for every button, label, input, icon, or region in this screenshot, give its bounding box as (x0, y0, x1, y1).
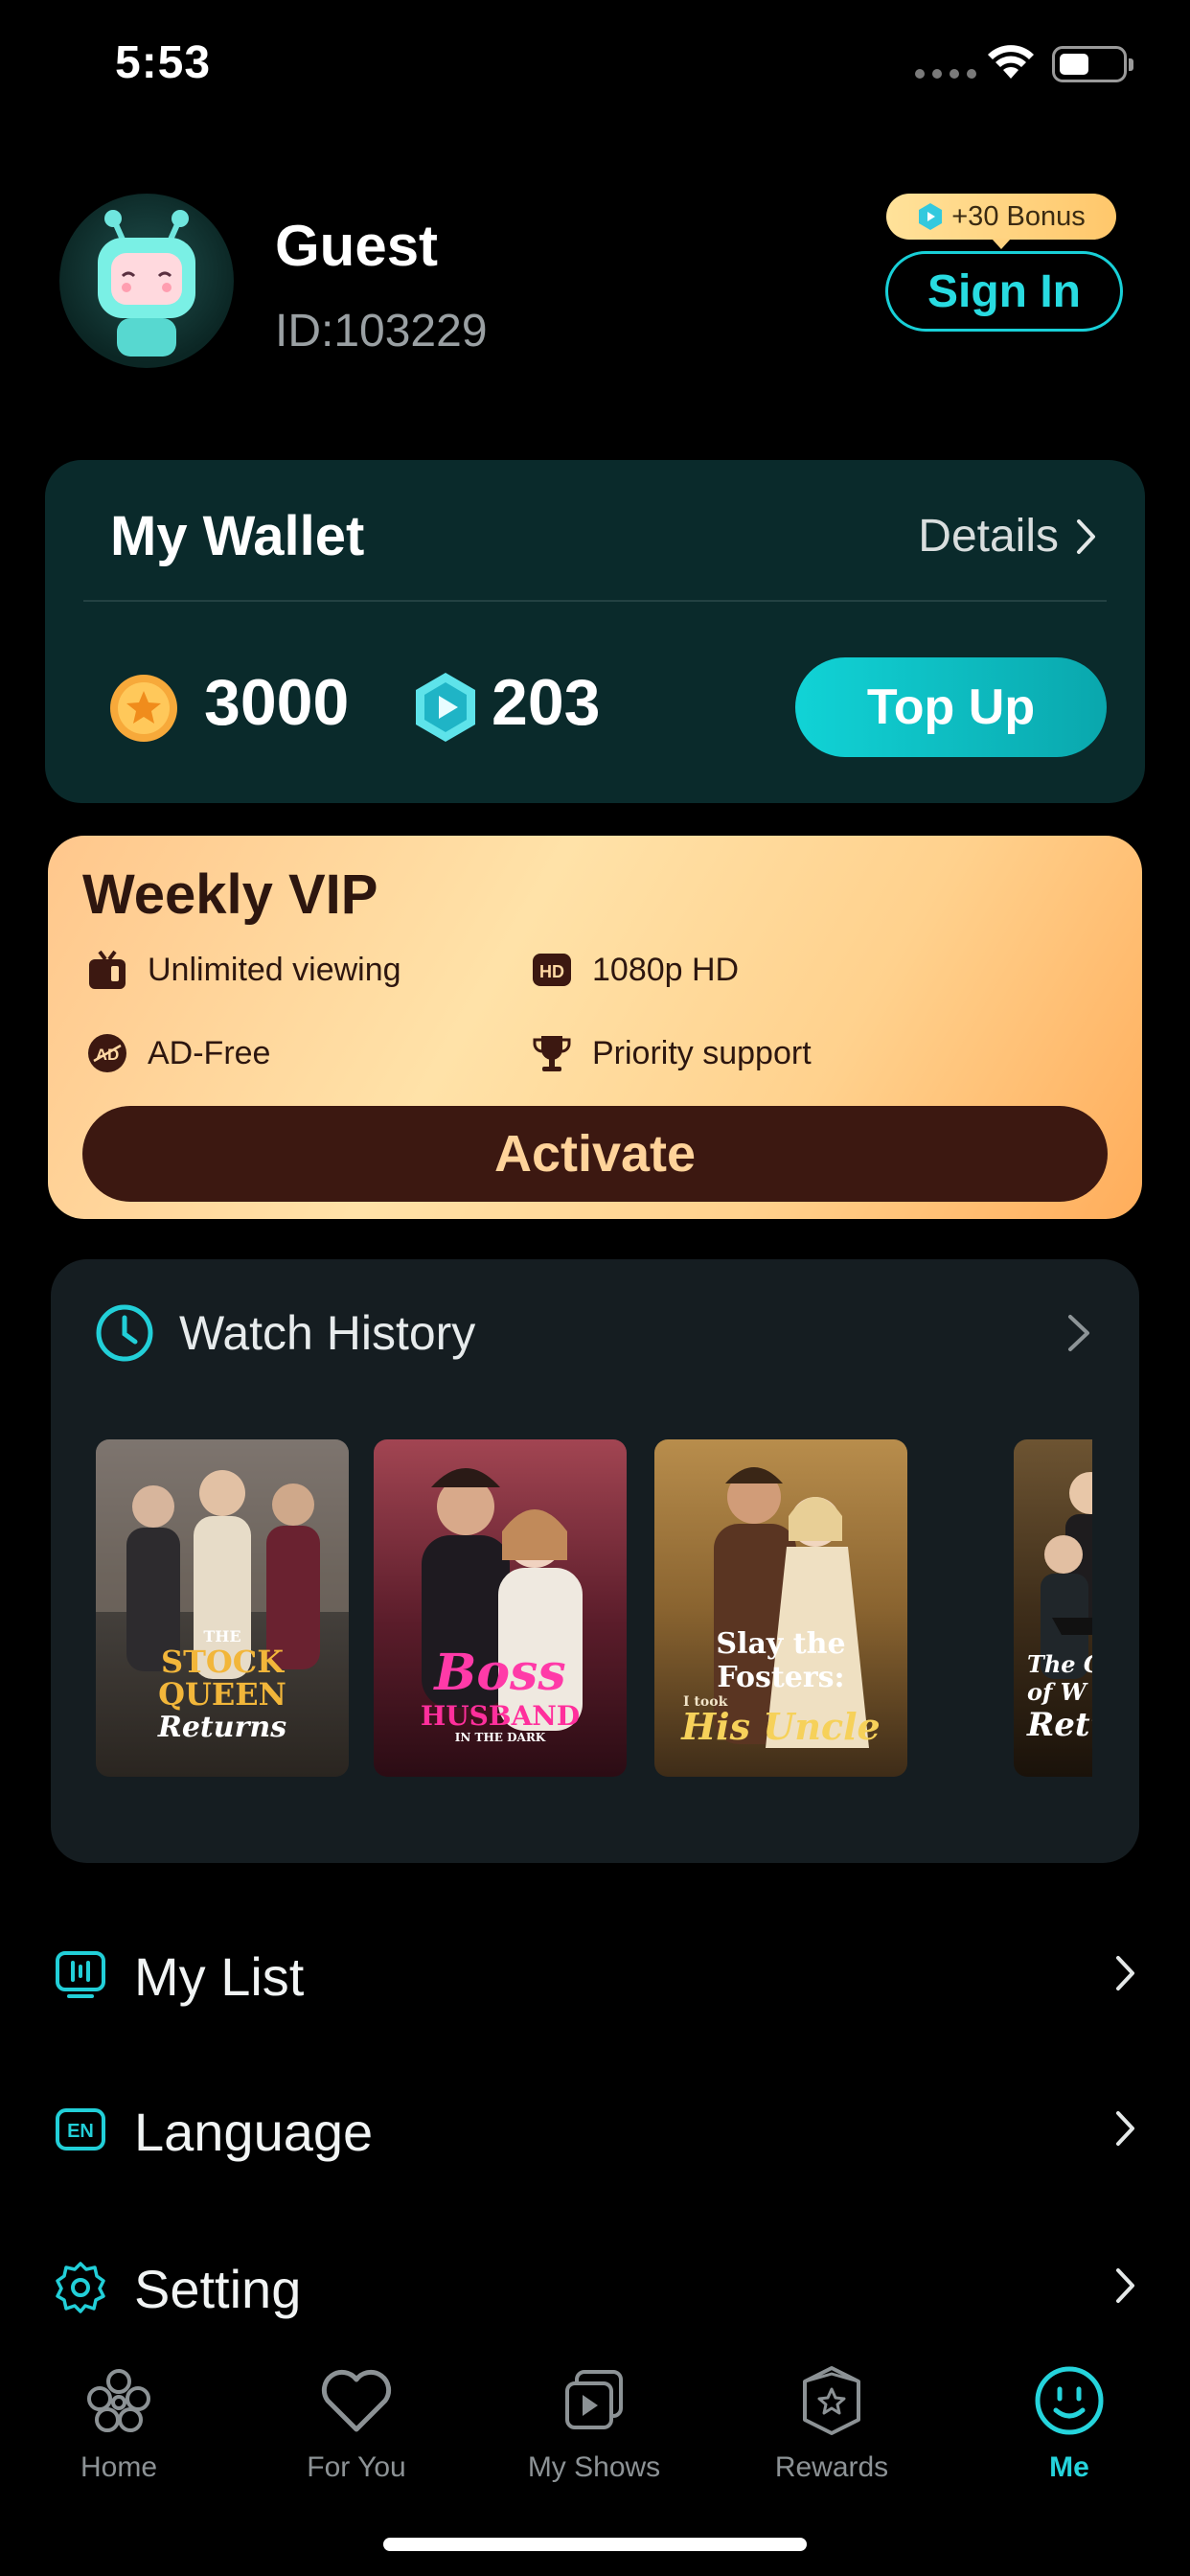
poster-boss-husband[interactable]: Boss HUSBAND IN THE DARK (374, 1439, 627, 1777)
wallet-details-label: Details (918, 511, 1059, 562)
tab-label: Rewards (774, 2451, 889, 2483)
menu-label: Setting (134, 2259, 302, 2319)
poster-title-line: Return (1027, 1706, 1092, 1744)
svg-text:HD: HD (539, 962, 564, 981)
coins-balance: 3000 (204, 666, 350, 739)
coin-icon (110, 675, 177, 742)
menu-item-my-list[interactable]: My List (0, 1915, 1190, 2030)
robot-mascot-icon (98, 210, 195, 356)
tab-me[interactable]: Me (973, 2358, 1165, 2484)
poster-title-line: His Uncle (681, 1705, 881, 1748)
watch-history-header[interactable]: Watch History (95, 1303, 475, 1363)
poster-title-line: Boss (434, 1644, 566, 1702)
tv-icon (86, 949, 128, 991)
bonus-label: +30 Bonus (951, 200, 1086, 232)
chevron-right-icon (1116, 2268, 1134, 2303)
menu-label: Language (134, 2102, 374, 2162)
wifi-icon (988, 45, 1034, 79)
vip-title: Weekly VIP (82, 863, 378, 926)
poster-title: Boss HUSBAND IN THE DARK (374, 1644, 627, 1744)
tv-list-icon (56, 1951, 105, 1998)
watch-history-posters: THE STOCK QUEEN Returns Boss HUSBAND IN … (96, 1439, 1092, 1777)
chevron-right-icon (1077, 518, 1095, 554)
poster-title-line: IN THE DARK (454, 1731, 546, 1744)
poster-title: Slay the Fosters: I took His Uncle (654, 1627, 907, 1748)
tab-label: My Shows (527, 2451, 661, 2483)
ad-free-icon: AD (86, 1032, 128, 1074)
tab-label: For You (307, 2451, 406, 2483)
poster-title: The God of W Return (1014, 1650, 1092, 1744)
activate-button[interactable]: Activate (82, 1106, 1108, 1202)
play-stack-icon (565, 2370, 623, 2429)
avatar[interactable] (59, 194, 234, 368)
tab-home[interactable]: Home (23, 2358, 215, 2484)
gem-icon (919, 203, 943, 230)
vip-feature-hd: HD 1080p HD (531, 949, 739, 991)
trophy-icon (531, 1032, 573, 1074)
poster-title-line: STOCK QUEEN (158, 1644, 286, 1713)
wallet-divider (83, 600, 1107, 602)
cellular-signal-icon (915, 69, 976, 79)
menu-item-language[interactable]: EN Language (0, 2070, 1190, 2185)
wallet-details-link[interactable]: Details (918, 510, 1097, 563)
vip-feature-adfree: AD AD-Free (86, 1032, 270, 1074)
clock-icon (96, 1304, 153, 1362)
home-indicator[interactable] (383, 2538, 807, 2551)
poster-title-line: HUSBAND (420, 1700, 581, 1732)
menu-item-setting[interactable]: Setting (0, 2227, 1190, 2342)
vip-feature-label: Priority support (592, 1034, 812, 1071)
chevron-right-icon[interactable] (1066, 1313, 1091, 1353)
vip-feature-label: AD-Free (148, 1034, 271, 1071)
tab-rewards[interactable]: Rewards (736, 2358, 927, 2484)
poster-title-line: Returns (157, 1711, 287, 1744)
status-bar: 5:53 (0, 0, 1190, 125)
watch-history-title: Watch History (179, 1306, 476, 1360)
tab-label: Me (1049, 2451, 1089, 2483)
svg-text:EN: EN (67, 2121, 94, 2142)
home-flower-icon (87, 2369, 150, 2432)
user-id: ID:103229 (275, 306, 488, 356)
gem-icon (416, 673, 475, 742)
watch-history-card: Watch History THE STOCK QUEEN Returns Bo… (51, 1259, 1139, 1863)
poster-title-line: The God of W (1027, 1650, 1092, 1706)
smiley-face-icon (1035, 2366, 1104, 2435)
hd-icon: HD (531, 949, 573, 991)
vip-feature-label: 1080p HD (592, 951, 740, 988)
tab-label: Home (80, 2451, 158, 2483)
battery-icon (1052, 46, 1133, 82)
language-en-icon: EN (56, 2108, 105, 2150)
menu-label: My List (134, 1946, 305, 2007)
bonus-badge: +30 Bonus (886, 194, 1116, 249)
wallet-title: My Wallet (110, 505, 365, 567)
vip-card: Weekly VIP Unlimited viewing HD 1080p HD… (48, 836, 1142, 1219)
poster-stock-queen[interactable]: THE STOCK QUEEN Returns (96, 1439, 349, 1777)
tab-my-shows[interactable]: My Shows (498, 2358, 690, 2484)
poster-god-of-war-returns[interactable]: The God of W Return (1014, 1439, 1092, 1777)
chevron-right-icon (1116, 1956, 1134, 1990)
vip-feature-support: Priority support (531, 1032, 812, 1074)
top-up-button[interactable]: Top Up (795, 657, 1107, 757)
rewards-badge-icon (803, 2366, 860, 2435)
user-name: Guest (275, 214, 439, 278)
gems-balance: 203 (492, 666, 601, 739)
poster-title: THE STOCK QUEEN Returns (96, 1627, 349, 1744)
wallet-card: My Wallet Details 3000 203 Top Up (45, 460, 1145, 803)
status-time: 5:53 (115, 37, 212, 88)
gear-icon (56, 2262, 105, 2313)
heart-icon (321, 2369, 392, 2432)
chevron-right-icon (1116, 2111, 1134, 2146)
vip-feature-unlimited: Unlimited viewing (86, 949, 401, 991)
vip-feature-label: Unlimited viewing (148, 951, 401, 988)
poster-title-line: Slay the Fosters: (716, 1627, 846, 1694)
sign-in-button[interactable]: Sign In (885, 251, 1123, 332)
tab-for-you[interactable]: For You (261, 2358, 452, 2484)
poster-slay-the-fosters[interactable]: Slay the Fosters: I took His Uncle (654, 1439, 907, 1777)
